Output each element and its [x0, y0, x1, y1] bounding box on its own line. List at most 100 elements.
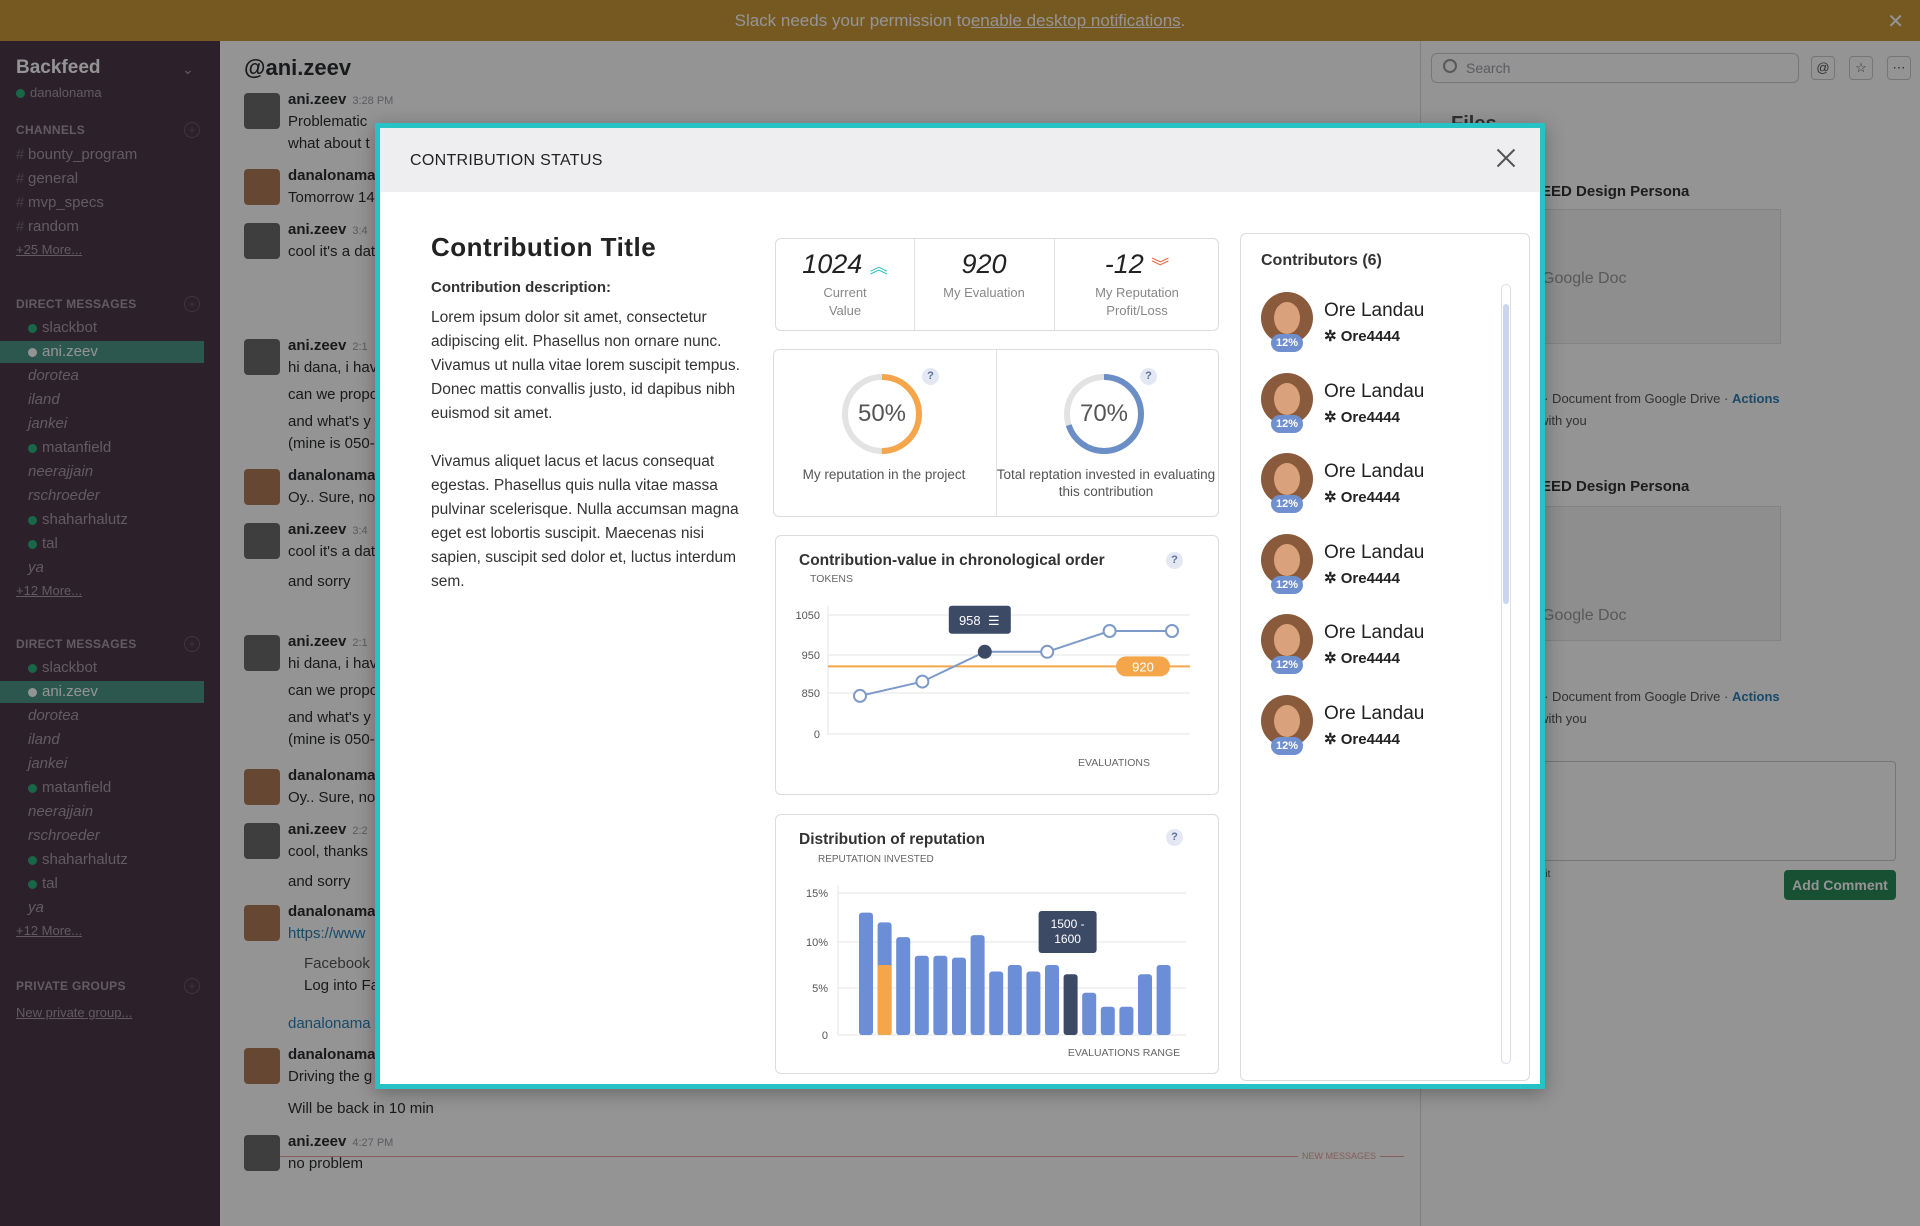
- contribution-percent-badge: 12%: [1271, 495, 1303, 513]
- token-icon: ✲: [1324, 328, 1341, 345]
- contributor-handle[interactable]: ✲ Ore4444: [1324, 730, 1400, 748]
- ring-value: 70%: [1079, 400, 1129, 427]
- contributor-handle[interactable]: ✲ Ore4444: [1324, 649, 1400, 667]
- help-icon[interactable]: ?: [922, 368, 939, 385]
- bar: [1045, 965, 1059, 1035]
- data-point: [1165, 624, 1179, 638]
- contributor-name[interactable]: Ore Landau: [1324, 461, 1424, 483]
- line-chart: TOKENS 1050 950 850 0 EVALUATIONS 920 958 ☰: [796, 573, 1190, 769]
- close-icon[interactable]: [1494, 146, 1518, 170]
- stat-my-evaluation: 920 My Evaluation: [914, 239, 1054, 330]
- arrow-down-icon: ︾: [1151, 257, 1170, 277]
- contributor-name[interactable]: Ore Landau: [1324, 381, 1424, 403]
- data-point: [1040, 644, 1055, 659]
- contributor-handle[interactable]: ✲ Ore4444: [1324, 408, 1400, 426]
- contributor-name[interactable]: Ore Landau: [1324, 542, 1424, 564]
- reference-badge-label: 920: [1132, 659, 1154, 674]
- arrow-up-icon: ︽: [869, 257, 888, 277]
- stat-value: 1024: [802, 249, 863, 279]
- token-icon: ✲: [1324, 730, 1341, 748]
- bar: [1119, 1006, 1134, 1035]
- contributor-name[interactable]: Ore Landau: [1324, 300, 1424, 322]
- token-icon: ✲: [1324, 408, 1341, 426]
- contribution-title: Contribution Title: [431, 232, 657, 262]
- stat-label: My Reputation Profit/Loss: [1095, 285, 1179, 318]
- description-paragraph: Lorem ipsum dolor sit amet, consectetur …: [431, 309, 740, 422]
- help-icon[interactable]: ?: [1140, 368, 1157, 385]
- y-tick-label: 1050: [796, 610, 820, 622]
- stat-profit-loss: -12 ︾ My Reputation Profit/Loss: [1054, 239, 1220, 330]
- handle-text: Ore4444: [1340, 489, 1400, 506]
- bar: [1026, 971, 1041, 1035]
- contribution-percent-badge: 12%: [1271, 736, 1303, 755]
- bar-chart: REPUTATION INVESTED 15% 10% 5% 0 EVALUATIONS …: [806, 854, 1186, 1059]
- modal-title: CONTRIBUTION STATUS: [410, 152, 603, 169]
- bar: [1138, 974, 1152, 1035]
- ring-label: Total reptation invested in evaluating t…: [996, 467, 1216, 499]
- modal-header: CONTRIBUTION STATUS: [380, 128, 1540, 192]
- contributor-handle[interactable]: ✲ Ore4444: [1324, 569, 1400, 587]
- bar: [1156, 965, 1171, 1035]
- contributor-handle[interactable]: ✲ Ore4444: [1324, 327, 1400, 345]
- data-point: [853, 688, 867, 703]
- token-icon: ✲: [1324, 650, 1341, 667]
- coins-icon: ☰: [988, 613, 1000, 628]
- stat-value: -12: [1104, 249, 1144, 279]
- bar: [896, 937, 911, 1035]
- reputation-rings-card: 50% My reputation in the project ? 70% T…: [773, 349, 1219, 517]
- x-axis-label: EVALUATIONS: [1078, 757, 1150, 769]
- contributors-title: Contributors (6): [1261, 252, 1382, 269]
- ring-value: 50%: [857, 400, 907, 427]
- bar: [914, 955, 929, 1035]
- handle-text: Ore4444: [1340, 328, 1400, 345]
- bar: [1063, 974, 1078, 1035]
- bar: [1100, 1006, 1115, 1035]
- contribution-percent-badge: 12%: [1271, 334, 1303, 352]
- y-tick-label: 15%: [806, 888, 828, 900]
- y-tick-label: 0: [814, 729, 820, 741]
- data-point: [915, 674, 930, 689]
- bar-highlight: [877, 965, 892, 1035]
- y-tick-label: 950: [802, 650, 820, 662]
- stat-label: My Evaluation: [943, 285, 1025, 300]
- y-tick-label: 0: [822, 1030, 828, 1042]
- stat-label: Current Value: [823, 285, 867, 318]
- y-axis-label: REPUTATION INVESTED: [818, 854, 934, 865]
- bar: [989, 971, 1004, 1035]
- handle-text: Ore4444: [1340, 569, 1400, 587]
- bar: [1082, 992, 1097, 1035]
- scrollbar-thumb[interactable]: [1503, 304, 1509, 604]
- y-tick-label: 5%: [812, 983, 828, 995]
- contributor-name[interactable]: Ore Landau: [1324, 622, 1424, 644]
- token-icon: ✲: [1324, 489, 1341, 506]
- handle-text: Ore4444: [1340, 408, 1400, 426]
- contributor-name[interactable]: Ore Landau: [1324, 703, 1424, 725]
- x-axis-label: EVALUATIONS RANGE: [1068, 1047, 1180, 1059]
- value-chart-card: Contribution-value in chronological orde…: [775, 535, 1219, 795]
- contributors-panel: Contributors (6) 12% Ore Landau ✲ Ore4444 1…: [1240, 233, 1530, 1081]
- tooltip-label: 1500 -: [1051, 917, 1085, 931]
- contributor-handle[interactable]: ✲ Ore4444: [1324, 488, 1400, 506]
- data-point: [1102, 624, 1117, 638]
- stat-value: 920: [961, 249, 1007, 279]
- distribution-chart-card: Distribution of reputation ? REPUTATION …: [775, 814, 1219, 1074]
- tooltip-label: 1600: [1054, 932, 1081, 946]
- y-tick-label: 10%: [806, 937, 828, 949]
- handle-text: Ore4444: [1340, 730, 1400, 748]
- contribution-status-modal: CONTRIBUTION STATUS Contribution Title C…: [375, 123, 1545, 1089]
- contribution-percent-badge: 12%: [1271, 414, 1303, 433]
- stats-card: 1024 ︽ Current Value 920 My Evaluation -…: [775, 238, 1219, 331]
- bar: [933, 955, 948, 1035]
- ring-label: My reputation in the project: [802, 467, 966, 482]
- description-paragraph: Vivamus aliquet lacus et lacus consequat…: [431, 453, 739, 590]
- bar: [952, 957, 966, 1035]
- tooltip-label: 958: [959, 613, 981, 628]
- stat-current-value: 1024 ︽ Current Value: [776, 239, 914, 330]
- data-point: [977, 644, 992, 659]
- bar: [1007, 965, 1022, 1035]
- handle-text: Ore4444: [1340, 650, 1400, 667]
- bar: [970, 935, 985, 1035]
- y-axis-label: TOKENS: [810, 573, 853, 585]
- description-label: Contribution description:: [431, 279, 611, 296]
- token-icon: ✲: [1324, 569, 1341, 587]
